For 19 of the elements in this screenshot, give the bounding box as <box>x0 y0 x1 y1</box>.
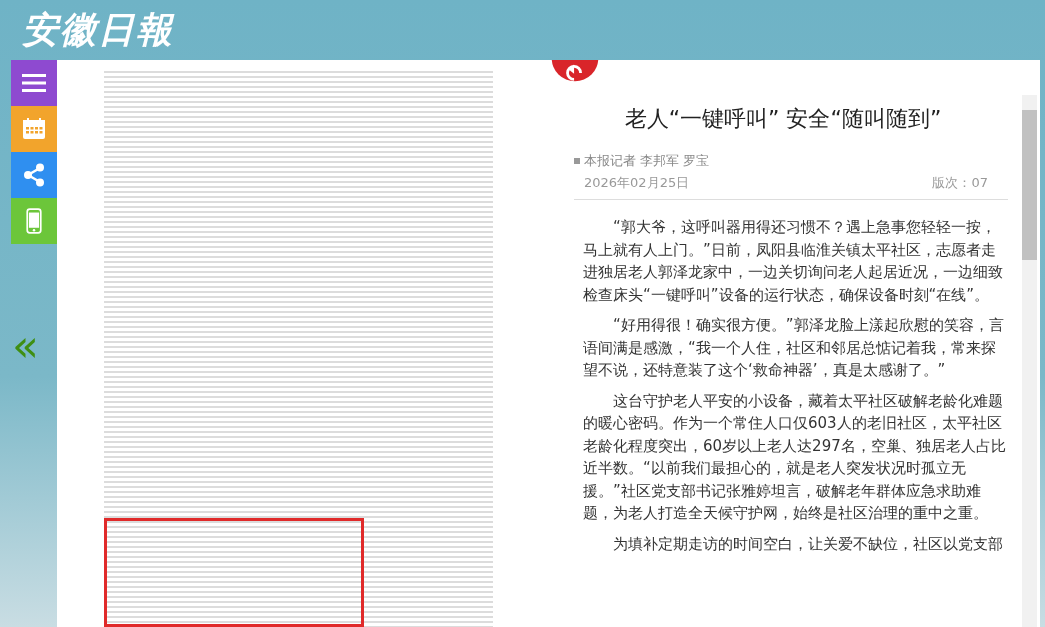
share-button[interactable] <box>11 152 57 198</box>
edition-number: 版次：07 <box>932 174 988 192</box>
article-title: 老人“一键呼叫” 安全“随叫随到” <box>623 105 943 133</box>
phone-button[interactable] <box>11 198 57 244</box>
square-icon <box>574 158 580 164</box>
article-paragraph: 这台守护老人平安的小设备，藏着太平社区破解老龄化难题的暖心密码。作为一个常住人口仅603人的老旧社区，太平社区老龄化程度突出，60岁以上老人达297名，空巢、独居老人占比近半数。“以前我们最担心的，就是老人突发状况时孤立无援。”社区党支部书记张雅婷坦言，破解老年群体应急求助难题，为老人打造全天候守护网，始终是社区治理的重中之重。 <box>583 390 1007 524</box>
previous-page-button[interactable]: « <box>12 324 42 368</box>
article-byline: 本报记者 李邦军 罗宝 <box>584 152 710 170</box>
scrollbar[interactable] <box>1022 95 1037 627</box>
highlight-frame[interactable] <box>104 518 364 627</box>
newspaper-logo[interactable]: 安徽日報 <box>22 5 174 55</box>
article-paragraph: 为填补定期走访的时间空白，让关爱不缺位，社区以党支部 <box>612 533 1004 555</box>
article-paragraph: “郭大爷，这呼叫器用得还习惯不？遇上急事您轻轻一按，马上就有人上门。”日前，凤阳县临淮关镇太平社区，志愿者走进独居老人郭泽龙家中，一边关切询问老人起居近况，一边细致检查床头“一键呼叫”设备的运行状态，确保设备时刻“在线”。 <box>583 217 1004 306</box>
article-paragraph: “好用得很！确实很方便。”郭泽龙脸上漾起欣慰的笑容，言语间满是感激，“我一个人住，社区和邻居总惦记着我，常来探望不说，还特意装了这个‘救命神器’，真是太感谢了。” <box>583 315 1005 381</box>
calendar-icon <box>21 116 47 142</box>
article-date: 2026年02月25日 <box>584 174 690 192</box>
phone-icon <box>23 207 45 235</box>
share-icon <box>21 162 47 188</box>
menu-button[interactable] <box>11 60 57 106</box>
